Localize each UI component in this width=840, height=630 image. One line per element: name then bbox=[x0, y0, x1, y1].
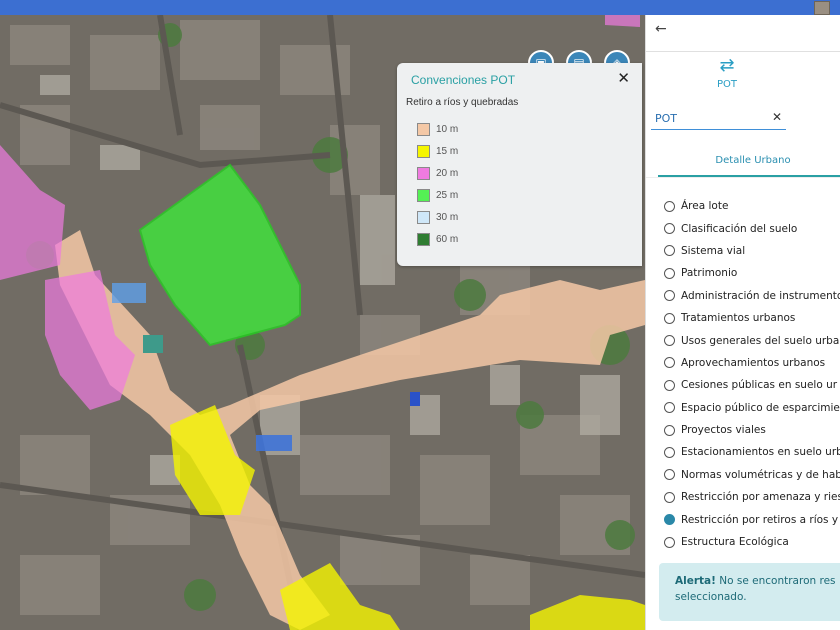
radio-option-label: Normas volumétricas y de hab bbox=[681, 468, 840, 481]
user-avatar[interactable] bbox=[814, 1, 830, 15]
radio-option-label: Clasificación del suelo bbox=[681, 222, 798, 235]
option-list: Área lote Clasificación del suelo Sistema … bbox=[664, 195, 840, 553]
radio-icon[interactable] bbox=[664, 379, 675, 391]
radio-option-label: Restricción por retiros a ríos y bbox=[681, 513, 839, 526]
radio-option-label: Proyectos viales bbox=[681, 424, 766, 437]
side-panel: ← ⇄ POT ✕ Detalle Urbano Área lote Clasif… bbox=[645, 15, 840, 630]
radio-option[interactable]: Administración de instrumento bbox=[664, 285, 840, 307]
radio-option[interactable]: Cesiones públicas en suelo ur bbox=[664, 374, 840, 396]
legend-swatch bbox=[417, 122, 430, 136]
radio-icon[interactable] bbox=[664, 267, 675, 279]
radio-option-label: Área lote bbox=[681, 200, 729, 213]
radio-option-label: Estructura Ecológica bbox=[681, 536, 789, 549]
legend-item: 20 m bbox=[417, 162, 458, 184]
legend-item: 25 m bbox=[417, 184, 458, 206]
radio-option-label: Espacio público de esparcimie bbox=[681, 401, 840, 414]
divider bbox=[646, 51, 840, 52]
alert-box: Alerta! No se encontraron res selecciona… bbox=[659, 563, 840, 621]
radio-icon[interactable] bbox=[664, 200, 675, 212]
route-icon: ⇄ bbox=[719, 55, 735, 76]
radio-icon[interactable] bbox=[664, 245, 675, 257]
legend-item: 30 m bbox=[417, 206, 458, 228]
radio-option[interactable]: Estructura Ecológica bbox=[664, 531, 840, 553]
radio-option[interactable]: Aprovechamientos urbanos bbox=[664, 352, 840, 374]
legend-item: 15 m bbox=[417, 140, 458, 162]
radio-option[interactable]: Clasificación del suelo bbox=[664, 217, 840, 239]
legend-swatch bbox=[417, 144, 430, 158]
close-icon[interactable]: ✕ bbox=[772, 110, 782, 124]
arrow-left-icon[interactable]: ← bbox=[655, 21, 667, 37]
tab-pot[interactable]: ⇄ POT bbox=[708, 55, 746, 90]
tab-pot-label: POT bbox=[716, 79, 737, 90]
radio-icon[interactable] bbox=[664, 357, 675, 369]
legend-swatch bbox=[417, 188, 430, 202]
radio-option[interactable]: Proyectos viales bbox=[664, 419, 840, 441]
legend-item: 60 m bbox=[417, 228, 458, 250]
radio-icon[interactable] bbox=[664, 491, 675, 503]
radio-option[interactable]: Patrimonio bbox=[664, 262, 840, 284]
radio-icon[interactable] bbox=[664, 469, 675, 481]
radio-option-label: Usos generales del suelo urba bbox=[681, 334, 840, 347]
legend-label: 30 m bbox=[436, 211, 459, 223]
legend-swatch bbox=[417, 232, 430, 246]
radio-option-label: Cesiones públicas en suelo ur bbox=[681, 379, 838, 392]
map-view[interactable]: ▣ ▤ ◈ Convenciones POT ✕ Retiro a ríos y… bbox=[0, 15, 645, 630]
radio-icon[interactable] bbox=[664, 290, 675, 302]
close-icon[interactable]: ✕ bbox=[617, 69, 630, 87]
legend-item: 10 m bbox=[417, 118, 458, 140]
radio-option[interactable]: Restricción por retiros a ríos y bbox=[664, 508, 840, 530]
radio-option[interactable]: Restricción por amenaza y ries bbox=[664, 486, 840, 508]
radio-option[interactable]: Estacionamientos en suelo urb bbox=[664, 441, 840, 463]
radio-option-label: Administración de instrumento bbox=[681, 289, 840, 302]
legend-label: 10 m bbox=[436, 123, 459, 135]
legend-swatch bbox=[417, 166, 430, 180]
top-bar bbox=[0, 0, 840, 15]
radio-option-label: Patrimonio bbox=[681, 267, 738, 280]
radio-option[interactable]: Normas volumétricas y de hab bbox=[664, 464, 840, 486]
radio-option[interactable]: Espacio público de esparcimie bbox=[664, 397, 840, 419]
radio-icon[interactable] bbox=[664, 424, 675, 436]
radio-option[interactable]: Área lote bbox=[664, 195, 840, 217]
radio-selected-icon[interactable] bbox=[664, 514, 675, 526]
legend-list: 10 m 15 m 20 m 25 m 30 m 60 m bbox=[417, 118, 458, 250]
legend-title: Convenciones POT bbox=[411, 73, 516, 87]
radio-icon[interactable] bbox=[664, 312, 675, 324]
alert-text: No se encontraron res bbox=[715, 575, 836, 587]
radio-icon[interactable] bbox=[664, 223, 675, 235]
radio-option[interactable]: Tratamientos urbanos bbox=[664, 307, 840, 329]
radio-option[interactable]: Usos generales del suelo urba bbox=[664, 329, 840, 351]
radio-option-label: Aprovechamientos urbanos bbox=[681, 356, 826, 369]
radio-option[interactable]: Sistema vial bbox=[664, 240, 840, 262]
legend-panel: Convenciones POT ✕ Retiro a ríos y quebr… bbox=[397, 63, 642, 266]
legend-swatch bbox=[417, 210, 430, 224]
radio-option-label: Tratamientos urbanos bbox=[681, 312, 796, 325]
search-input[interactable] bbox=[651, 110, 769, 127]
tab-detalle-urbano[interactable]: Detalle Urbano bbox=[658, 151, 840, 177]
radio-option-label: Restricción por amenaza y ries bbox=[681, 491, 840, 504]
radio-option-label: Sistema vial bbox=[681, 244, 746, 257]
legend-label: 25 m bbox=[436, 189, 459, 201]
radio-icon[interactable] bbox=[664, 446, 675, 458]
legend-subtitle: Retiro a ríos y quebradas bbox=[406, 97, 519, 108]
alert-text-2: seleccionado. bbox=[675, 591, 747, 603]
divider bbox=[646, 177, 840, 178]
radio-icon[interactable] bbox=[664, 536, 675, 548]
alert-title: Alerta! bbox=[675, 575, 716, 587]
legend-label: 20 m bbox=[436, 167, 459, 179]
legend-label: 60 m bbox=[436, 233, 459, 245]
radio-icon[interactable] bbox=[664, 402, 675, 414]
radio-option-label: Estacionamientos en suelo urb bbox=[681, 446, 840, 459]
radio-icon[interactable] bbox=[664, 335, 675, 347]
search-field: ✕ bbox=[651, 107, 786, 130]
legend-label: 15 m bbox=[436, 145, 459, 157]
